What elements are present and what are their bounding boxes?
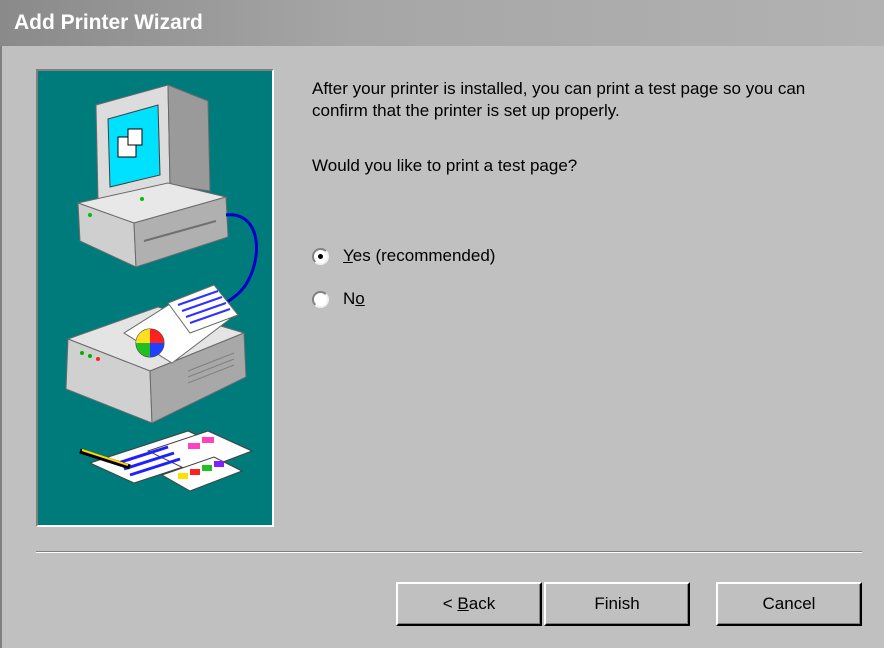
radio-option-no[interactable]: No xyxy=(312,287,365,311)
computer-icon xyxy=(76,84,229,268)
cancel-button[interactable]: Cancel xyxy=(716,582,862,626)
button-separator xyxy=(36,551,862,553)
radio-option-yes[interactable]: Yes (recommended) xyxy=(312,244,495,268)
window-border xyxy=(0,46,2,648)
radio-label-yes: Yes (recommended) xyxy=(343,246,496,265)
finish-button[interactable]: Finish xyxy=(544,582,690,626)
wizard-illustration xyxy=(36,69,274,527)
window-title: Add Printer Wizard xyxy=(14,11,203,34)
question-text: Would you like to print a test page? xyxy=(312,156,578,175)
radio-label-no: No xyxy=(343,289,365,308)
back-button[interactable]: < Back xyxy=(396,582,542,626)
printer-icon xyxy=(65,284,247,424)
title-bar[interactable]: Add Printer Wizard xyxy=(0,0,884,46)
intro-text: After your printer is installed, you can… xyxy=(312,79,806,120)
radio-button-yes[interactable] xyxy=(312,247,329,265)
radio-button-no[interactable] xyxy=(312,290,329,308)
